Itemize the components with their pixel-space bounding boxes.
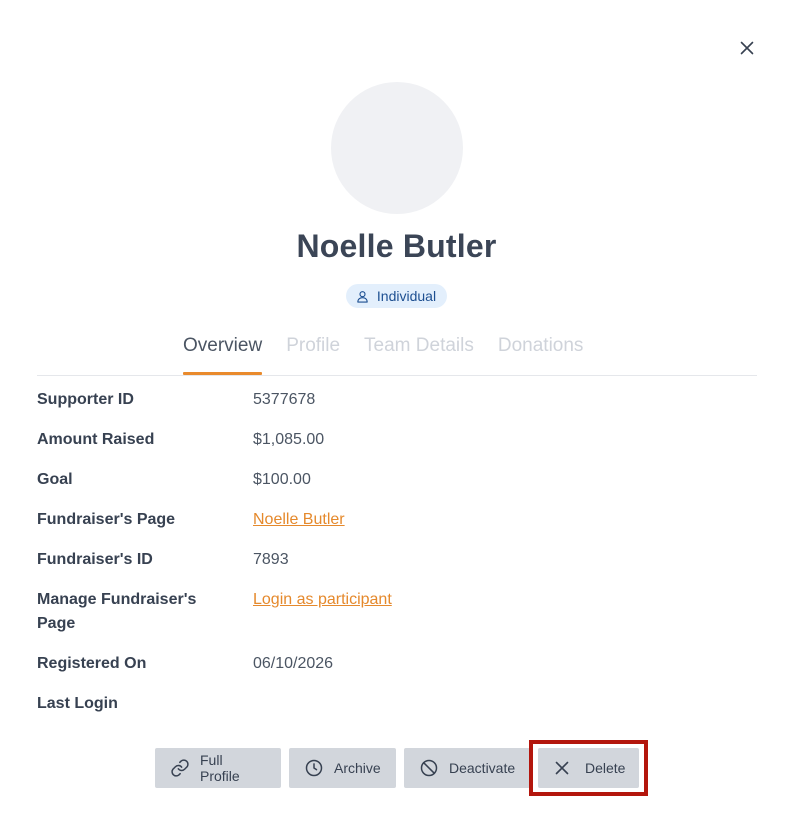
supporter-name: Noelle Butler bbox=[296, 228, 497, 264]
delete-button[interactable]: Delete bbox=[538, 748, 639, 788]
avatar bbox=[331, 82, 463, 214]
detail-label: Supporter ID bbox=[37, 391, 134, 408]
detail-label: Fundraiser's Page bbox=[37, 511, 176, 528]
user-icon bbox=[357, 290, 368, 303]
detail-row-manage-page: Manage Fundraiser's Page Login as partic… bbox=[37, 588, 757, 636]
detail-value: 06/10/2026 bbox=[253, 655, 334, 672]
detail-label: Amount Raised bbox=[37, 431, 155, 448]
deactivate-button[interactable]: Deactivate bbox=[404, 748, 530, 788]
detail-row-amount-raised: Amount Raised $1,085.00 bbox=[37, 428, 757, 452]
tab-donations[interactable]: Donations bbox=[498, 334, 584, 375]
detail-value: $100.00 bbox=[253, 471, 311, 488]
archive-label: Archive bbox=[334, 760, 381, 776]
detail-row-supporter-id: Supporter ID 5377678 bbox=[37, 388, 757, 412]
login-as-participant-link[interactable]: Login as participant bbox=[253, 591, 392, 608]
type-badge-label: Individual bbox=[376, 288, 437, 304]
action-bar: Full Profile Archive Deactivate bbox=[155, 748, 530, 788]
deactivate-label: Deactivate bbox=[449, 760, 516, 776]
detail-label: Registered On bbox=[37, 655, 147, 672]
detail-row-registered-on: Registered On 06/10/2026 bbox=[37, 652, 757, 676]
detail-row-goal: Goal $100.00 bbox=[37, 468, 757, 492]
detail-label: Goal bbox=[37, 471, 73, 488]
tabs-divider bbox=[37, 375, 757, 376]
detail-row-fundraiser-page: Fundraiser's Page Noelle Butler bbox=[37, 508, 757, 532]
full-profile-label: Full Profile bbox=[200, 752, 240, 784]
detail-row-fundraiser-id: Fundraiser's ID 7893 bbox=[37, 548, 757, 572]
detail-value: 5377678 bbox=[253, 391, 316, 408]
detail-row-last-login: Last Login bbox=[37, 692, 757, 716]
detail-value: $1,085.00 bbox=[253, 431, 325, 448]
close-icon bbox=[555, 761, 569, 775]
archive-button[interactable]: Archive bbox=[289, 748, 396, 788]
fundraiser-page-link[interactable]: Noelle Butler bbox=[253, 511, 345, 528]
details-list: Supporter ID 5377678 Amount Raised $1,08… bbox=[37, 388, 757, 732]
detail-label: Fundraiser's ID bbox=[37, 551, 153, 568]
link-icon bbox=[171, 759, 189, 777]
detail-value: 7893 bbox=[253, 551, 289, 568]
close-icon bbox=[740, 41, 754, 55]
detail-label: Last Login bbox=[37, 695, 118, 712]
delete-label: Delete bbox=[585, 760, 626, 776]
detail-label: Manage Fundraiser's Page bbox=[37, 591, 197, 632]
close-button[interactable] bbox=[736, 37, 758, 59]
tab-team-details[interactable]: Team Details bbox=[364, 334, 474, 375]
ban-icon bbox=[420, 759, 438, 777]
clock-icon bbox=[305, 759, 323, 777]
full-profile-button[interactable]: Full Profile bbox=[155, 748, 281, 788]
tab-overview[interactable]: Overview bbox=[183, 334, 263, 375]
tab-bar: Overview Profile Team Details Donations bbox=[183, 334, 607, 376]
type-badge: Individual bbox=[345, 284, 448, 308]
tab-profile[interactable]: Profile bbox=[286, 334, 340, 375]
